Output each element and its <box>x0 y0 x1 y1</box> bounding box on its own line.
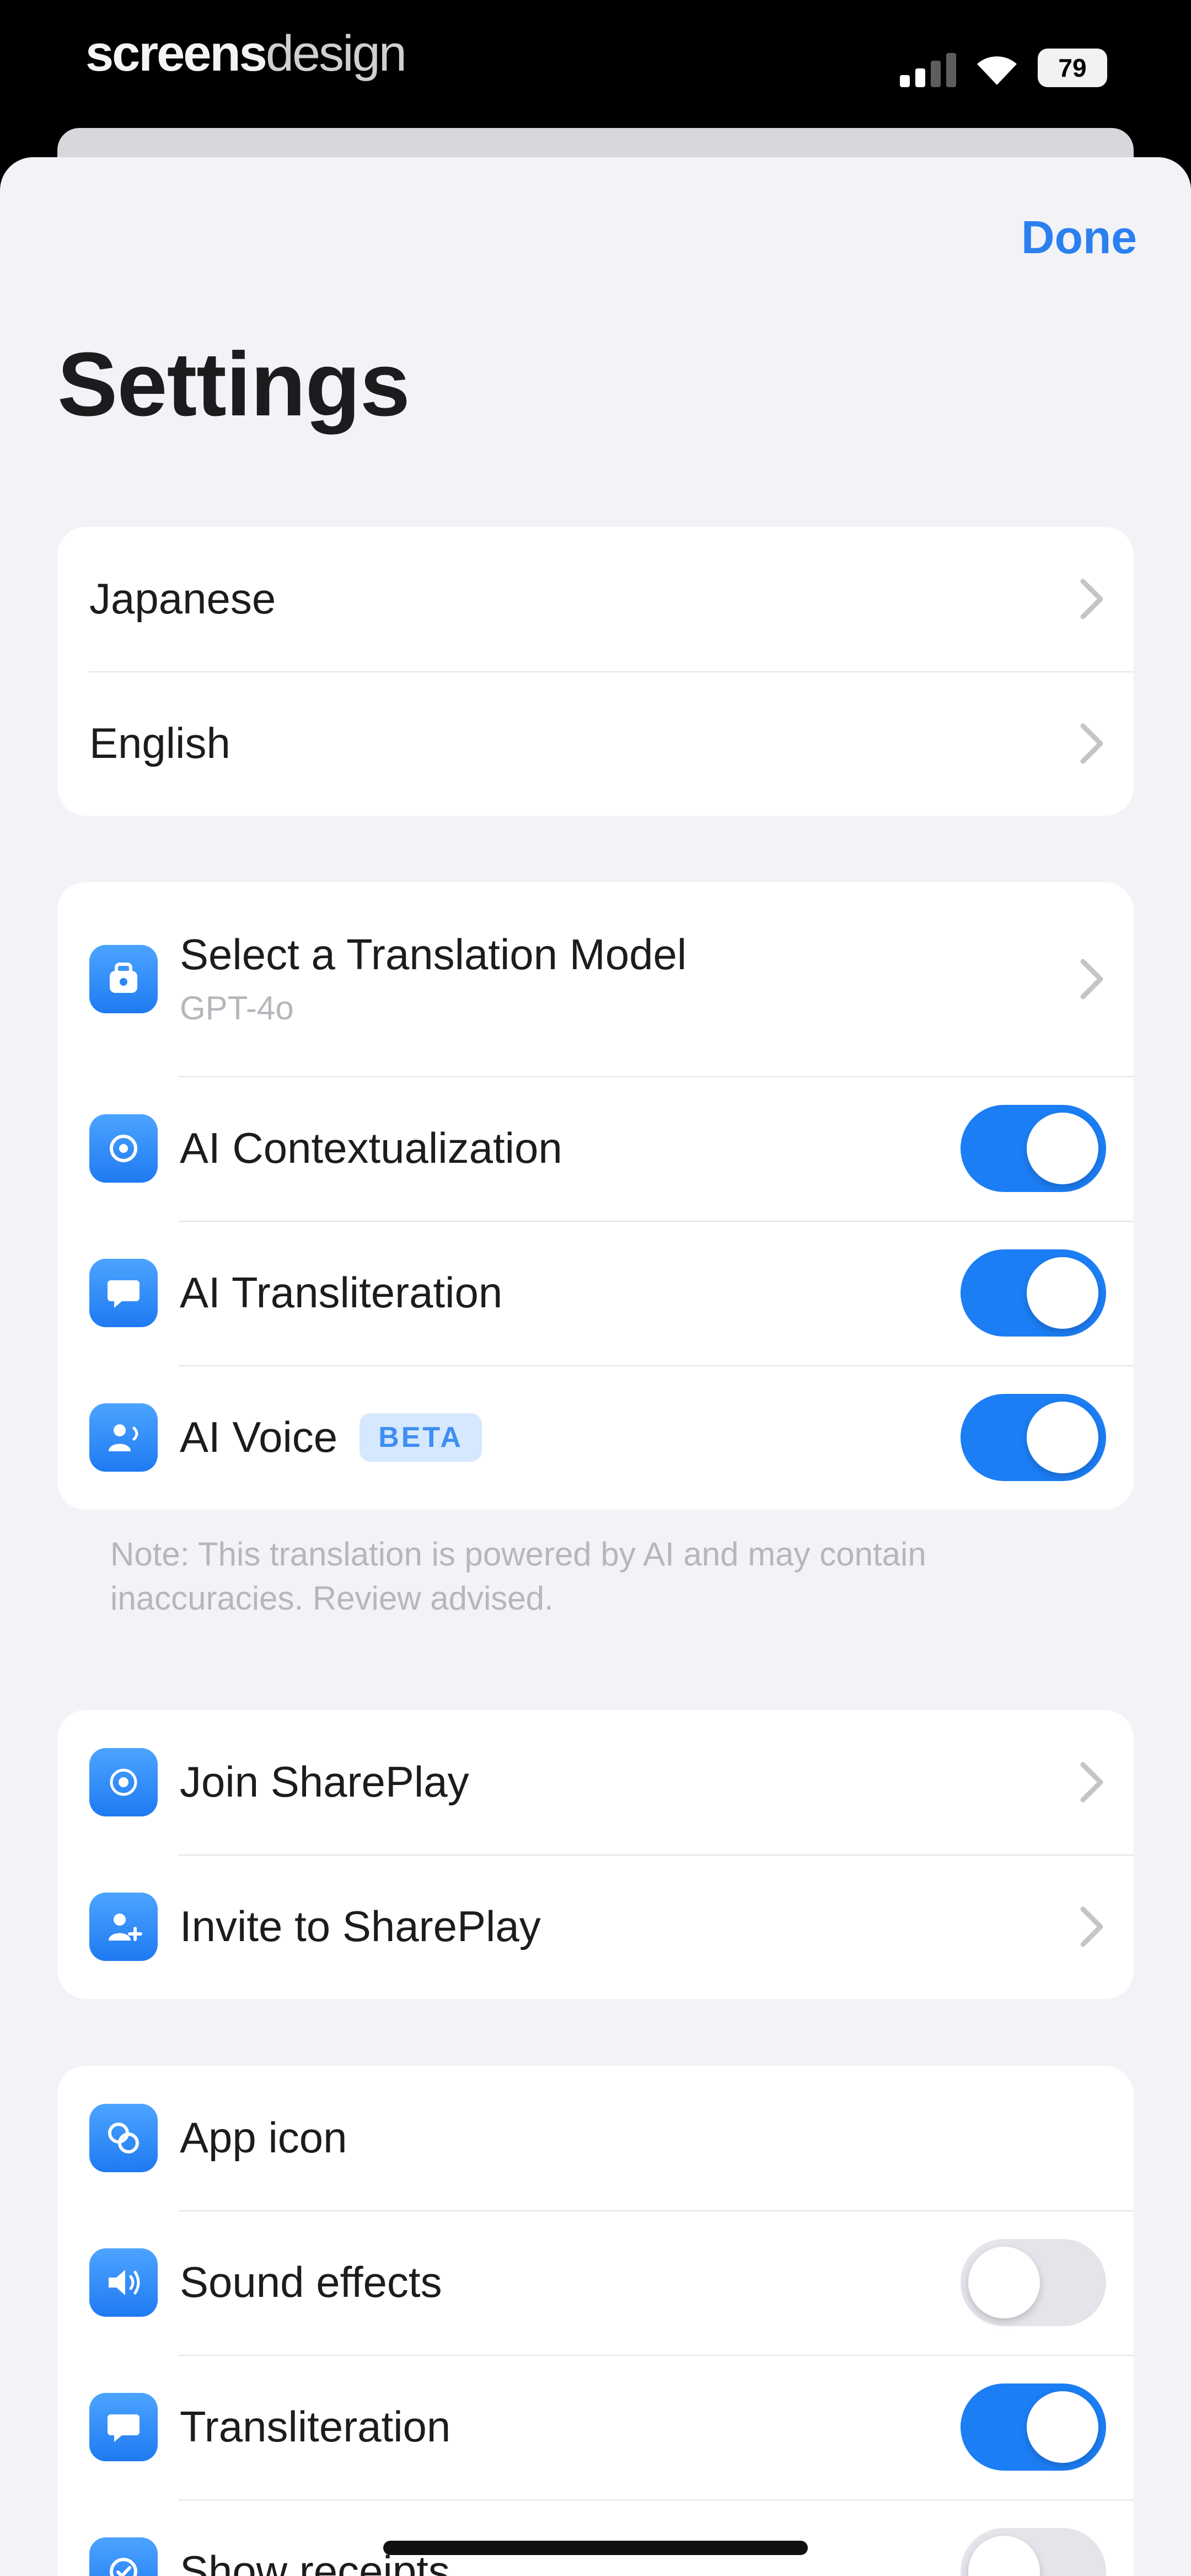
battery-indicator: 79 <box>1038 49 1107 87</box>
app-icon-icon <box>89 2104 158 2172</box>
cellular-signal-icon <box>900 51 961 87</box>
sparkle-icon <box>89 1114 158 1183</box>
ai-voice-toggle[interactable] <box>961 1394 1106 1481</box>
ai-contextualization-toggle[interactable] <box>961 1105 1106 1192</box>
chevron-right-icon <box>1080 723 1103 764</box>
ai-contextualization-label: AI Contextualization <box>180 1124 562 1173</box>
ai-transliteration-label: AI Transliteration <box>180 1268 503 1317</box>
status-bar: screensdesign 79 <box>0 0 1191 132</box>
ai-voice-row: AI Voice BETA <box>57 1365 1134 1510</box>
sound-effects-label: Sound effects <box>180 2258 442 2307</box>
shareplay-group: Join SharePlay Invite to SharePlay <box>57 1710 1134 1999</box>
translation-model-row[interactable]: Select a Translation Model GPT-4o <box>57 882 1134 1076</box>
person-wave-icon <box>89 1403 158 1472</box>
sound-effects-toggle[interactable] <box>961 2239 1106 2326</box>
page-title: Settings <box>57 334 410 435</box>
ai-contextualization-row: AI Contextualization <box>57 1076 1134 1221</box>
language-label: Japanese <box>89 574 276 623</box>
model-icon <box>89 945 158 1013</box>
settings-sheet: Done Settings Japanese English Select a … <box>0 157 1191 2576</box>
done-button[interactable]: Done <box>1021 211 1137 264</box>
invite-shareplay-label: Invite to SharePlay <box>180 1902 541 1951</box>
app-icon-row[interactable]: App icon <box>57 2066 1134 2210</box>
shareplay-icon <box>89 1748 158 1816</box>
translation-model-value: GPT-4o <box>180 990 294 1027</box>
language-group: Japanese English <box>57 527 1134 816</box>
speaker-icon <box>89 2248 158 2317</box>
show-receipts-row: Show receipts <box>57 2499 1134 2576</box>
show-receipts-toggle[interactable] <box>961 2528 1106 2576</box>
wifi-icon <box>977 56 1017 85</box>
invite-shareplay-row[interactable]: Invite to SharePlay <box>57 1854 1134 1999</box>
transliteration-label: Transliteration <box>180 2402 451 2451</box>
beta-badge: BETA <box>360 1413 482 1462</box>
preferences-group: App icon Sound effects Transliteration S… <box>57 2066 1134 2576</box>
ai-transliteration-row: AI Transliteration <box>57 1221 1134 1365</box>
home-indicator <box>383 2541 808 2555</box>
speech-bubble-icon <box>89 2393 158 2461</box>
speech-bubble-icon <box>89 1259 158 1327</box>
chevron-right-icon <box>1080 1762 1103 1803</box>
join-shareplay-row[interactable]: Join SharePlay <box>57 1710 1134 1854</box>
ai-settings-group: Select a Translation Model GPT-4o AI Con… <box>57 882 1134 1510</box>
brand-watermark: screensdesign <box>85 25 407 82</box>
ai-transliteration-toggle[interactable] <box>961 1249 1106 1337</box>
language-row-target[interactable]: English <box>57 671 1134 816</box>
transliteration-row: Transliteration <box>57 2355 1134 2499</box>
chevron-right-icon <box>1080 1906 1103 1947</box>
join-shareplay-label: Join SharePlay <box>180 1757 469 1807</box>
chevron-right-icon <box>1080 579 1103 619</box>
language-label: English <box>89 719 230 768</box>
person-add-icon <box>89 1893 158 1961</box>
ai-disclaimer-note: Note: This translation is powered by AI … <box>110 1536 926 1617</box>
app-icon-label: App icon <box>180 2113 347 2162</box>
transliteration-toggle[interactable] <box>961 2383 1106 2471</box>
translation-model-label: Select a Translation Model <box>180 929 687 979</box>
receipt-icon <box>89 2537 158 2576</box>
language-row-source[interactable]: Japanese <box>57 527 1134 671</box>
chevron-right-icon <box>1080 959 1103 1000</box>
sound-effects-row: Sound effects <box>57 2210 1134 2355</box>
ai-voice-label: AI Voice <box>180 1413 338 1462</box>
